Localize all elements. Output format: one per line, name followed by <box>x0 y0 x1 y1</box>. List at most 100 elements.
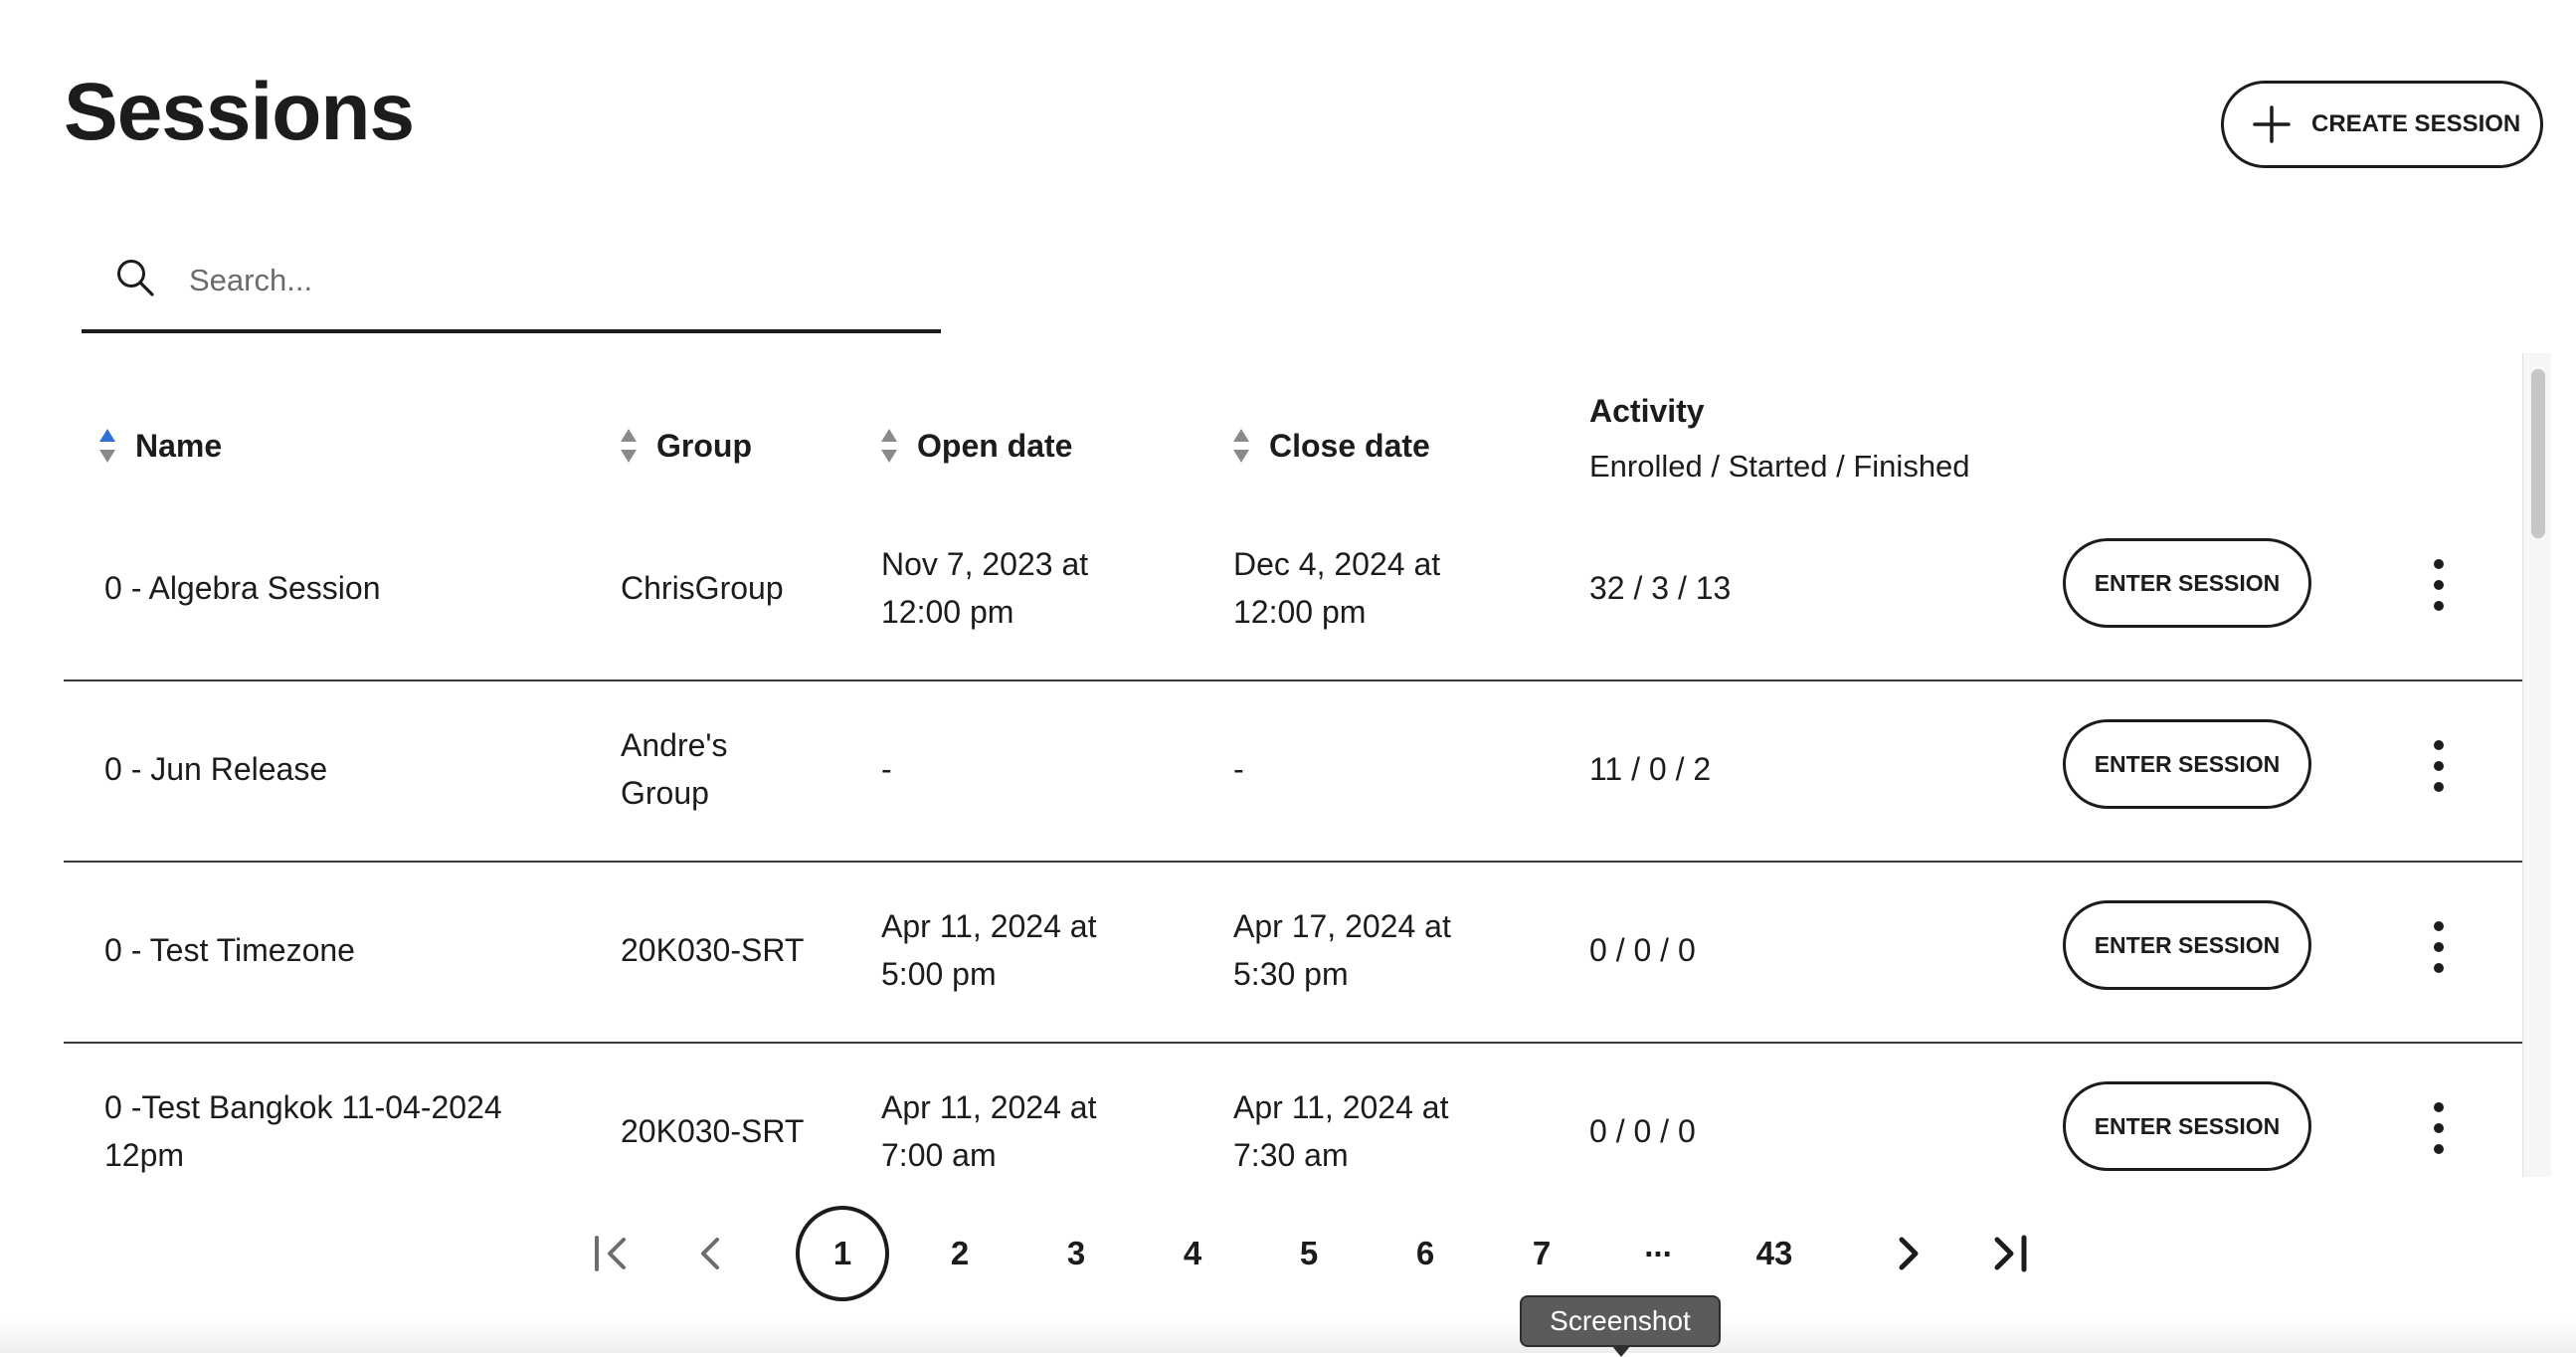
search-icon <box>117 260 154 296</box>
cell-close-date: Apr 11, 2024 at 7:30 am <box>1233 1042 1562 1179</box>
sort-icon <box>881 429 897 463</box>
cell-open-date: Nov 7, 2023 at 12:00 pm <box>881 498 1209 678</box>
cell-activity: 0 / 0 / 0 <box>1589 861 1987 1040</box>
cell-open-date: Apr 11, 2024 at 7:00 am <box>881 1042 1209 1179</box>
open-date-line: Apr 11, 2024 at <box>881 908 1097 944</box>
activity-counts: 0 / 0 / 0 <box>1589 1113 1696 1149</box>
group-line: 20K030-SRT <box>621 1113 805 1149</box>
table-row: 0 -Test Bangkok 11-04-2024 12pm 20K030-S… <box>64 1042 2524 1179</box>
cell-close-date: Dec 4, 2024 at 12:00 pm <box>1233 498 1562 678</box>
column-header-close-date[interactable]: Close date <box>1231 423 1430 469</box>
name-line: 0 - Jun Release <box>104 751 328 787</box>
open-date-line: Apr 11, 2024 at <box>881 1089 1097 1125</box>
first-page-button[interactable] <box>587 1206 637 1301</box>
activity-counts: 11 / 0 / 2 <box>1589 751 1712 787</box>
group-line: ChrisGroup <box>621 570 784 606</box>
column-header-group-label: Group <box>656 427 752 464</box>
open-date-line: - <box>881 751 892 787</box>
enter-session-button[interactable]: ENTER SESSION <box>2063 1081 2311 1171</box>
page-button-43[interactable]: 43 <box>1743 1206 1806 1301</box>
cell-name: 0 - Jun Release <box>104 679 602 859</box>
group-line: 20K030-SRT <box>621 932 805 968</box>
close-date-line: Apr 17, 2024 at <box>1233 908 1451 944</box>
pagination: 1 2 3 4 5 6 7 ... 43 <box>0 1206 2576 1305</box>
last-page-button[interactable] <box>1984 1206 2034 1301</box>
kebab-menu-icon[interactable] <box>2419 550 2459 620</box>
table-row: 0 - Jun Release Andre's Group - - 11 / 0… <box>64 679 2524 863</box>
activity-counts: 0 / 0 / 0 <box>1589 932 1696 968</box>
page-title: Sessions <box>64 67 415 157</box>
create-session-button[interactable]: CREATE SESSION <box>2221 81 2543 168</box>
kebab-menu-icon[interactable] <box>2419 912 2459 982</box>
group-line: Group <box>621 775 709 811</box>
cell-name: 0 -Test Bangkok 11-04-2024 12pm <box>104 1042 602 1179</box>
name-line: 0 - Test Timezone <box>104 932 355 968</box>
page-button-4[interactable]: 4 <box>1168 1206 1217 1301</box>
open-date-line: Nov 7, 2023 at <box>881 546 1089 582</box>
column-header-open-date-label: Open date <box>917 427 1073 464</box>
page-button-6[interactable]: 6 <box>1400 1206 1450 1301</box>
column-header-open-date[interactable]: Open date <box>879 423 1072 469</box>
column-header-activity-subtitle: Enrolled / Started / Finished <box>1589 449 1970 484</box>
cell-close-date: Apr 17, 2024 at 5:30 pm <box>1233 861 1562 1040</box>
create-session-label: CREATE SESSION <box>2311 110 2521 137</box>
close-date-line: 5:30 pm <box>1233 956 1349 992</box>
first-page-icon <box>595 1236 626 1271</box>
cell-activity: 0 / 0 / 0 <box>1589 1042 1987 1179</box>
prev-page-icon <box>701 1238 719 1269</box>
group-line: Andre's <box>621 727 728 763</box>
kebab-menu-icon[interactable] <box>2419 1093 2459 1163</box>
column-header-group[interactable]: Group <box>619 423 752 469</box>
search-bar <box>82 234 941 333</box>
open-date-line: 5:00 pm <box>881 956 997 992</box>
open-date-line: 7:00 am <box>881 1137 997 1173</box>
page-button-3[interactable]: 3 <box>1051 1206 1101 1301</box>
column-header-name[interactable]: Name <box>97 423 222 469</box>
bottom-fade <box>0 1317 2576 1353</box>
column-header-name-label: Name <box>135 427 223 464</box>
page-button-7[interactable]: 7 <box>1517 1206 1566 1301</box>
cell-group: Andre's Group <box>621 679 859 859</box>
page-button-5[interactable]: 5 <box>1284 1206 1334 1301</box>
close-date-line: 7:30 am <box>1233 1137 1349 1173</box>
page-ellipsis: ... <box>1644 1227 1672 1263</box>
cell-activity: 11 / 0 / 2 <box>1589 679 1987 859</box>
page-button-2[interactable]: 2 <box>935 1206 985 1301</box>
screenshot-tooltip: Screenshot <box>1520 1295 1721 1357</box>
name-line: 12pm <box>104 1137 185 1173</box>
column-header-close-date-label: Close date <box>1269 427 1430 464</box>
table-scrollbar[interactable] <box>2522 353 2551 1177</box>
sort-icon <box>99 429 115 463</box>
enter-session-button[interactable]: ENTER SESSION <box>2063 900 2311 990</box>
open-date-line: 12:00 pm <box>881 594 1014 630</box>
table-row: 0 - Test Timezone 20K030-SRT Apr 11, 202… <box>64 861 2524 1044</box>
enter-session-button[interactable]: ENTER SESSION <box>2063 719 2311 809</box>
close-date-line: - <box>1233 751 1244 787</box>
table-row: 0 - Algebra Session ChrisGroup Nov 7, 20… <box>64 498 2524 681</box>
cell-close-date: - <box>1233 679 1562 859</box>
cell-group: ChrisGroup <box>621 498 859 678</box>
cell-open-date: Apr 11, 2024 at 5:00 pm <box>881 861 1209 1040</box>
last-page-icon <box>1994 1235 2027 1272</box>
sessions-table: Name Group Open date Close date Activity… <box>0 353 2576 1179</box>
cell-name: 0 - Test Timezone <box>104 861 602 1040</box>
kebab-menu-icon[interactable] <box>2419 731 2459 801</box>
prev-page-button[interactable] <box>686 1206 736 1301</box>
sort-icon <box>1233 429 1249 463</box>
name-line: 0 - Algebra Session <box>104 570 381 606</box>
cell-group: 20K030-SRT <box>621 861 859 1040</box>
cell-activity: 32 / 3 / 13 <box>1589 498 1987 678</box>
scrollbar-thumb[interactable] <box>2531 369 2545 538</box>
search-input[interactable] <box>187 258 907 303</box>
name-line: 0 -Test Bangkok 11-04-2024 <box>104 1089 502 1125</box>
close-date-line: Apr 11, 2024 at <box>1233 1089 1449 1125</box>
enter-session-button[interactable]: ENTER SESSION <box>2063 538 2311 628</box>
plus-icon <box>2253 105 2291 143</box>
activity-counts: 32 / 3 / 13 <box>1589 570 1732 606</box>
column-header-activity-label: Activity <box>1589 393 1705 429</box>
close-date-line: 12:00 pm <box>1233 594 1367 630</box>
next-page-button[interactable] <box>1883 1206 1932 1301</box>
close-date-line: Dec 4, 2024 at <box>1233 546 1441 582</box>
page-button-1[interactable]: 1 <box>796 1206 889 1301</box>
cell-open-date: - <box>881 679 1209 859</box>
